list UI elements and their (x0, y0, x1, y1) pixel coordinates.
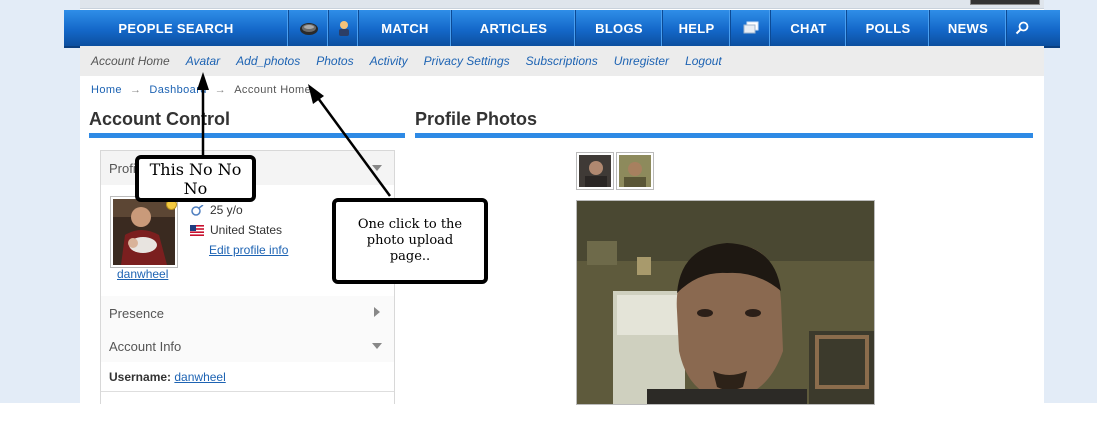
annotation-arrows (197, 72, 392, 197)
annotation-callout: This No No No (135, 155, 256, 202)
annotation-callout: One click to the photo upload page.. (332, 198, 488, 284)
